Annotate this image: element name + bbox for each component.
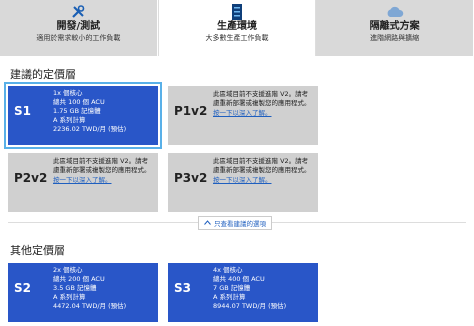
note-text: 此區域目前不支援進階 V2。請考慮重新部署或複製您的應用程式。 — [213, 90, 311, 107]
tier-card-s1[interactable]: S1 1x 個核心 總共 100 個 ACU 1.75 GB 記憶體 A 系列計… — [4, 82, 162, 149]
learn-more-link[interactable]: 按一下以深入了解。 — [53, 176, 154, 185]
note-text: 此區域目前不支援進階 V2。請考慮重新部署或複製您的應用程式。 — [213, 157, 311, 174]
server-icon — [159, 4, 316, 20]
cloud-icon — [316, 4, 473, 20]
tab-isolated[interactable]: 隔離式方案 進階網路與擴縮 — [316, 0, 474, 56]
show-recommended-toggle[interactable]: 只查看建議的選項 — [198, 216, 272, 230]
recommended-tiers-title: 建議的定價層 — [10, 68, 76, 81]
spec-acu: 總共 200 個 ACU — [53, 275, 105, 283]
tier-name: S2 — [14, 281, 31, 295]
tab-subtitle: 進階網路與擴縮 — [370, 34, 420, 42]
other-tiers-title: 其他定價層 — [10, 244, 65, 257]
pricing-category-tabs: 開發/測試 適用於需求較小的工作負載 生產環境 大多數生產工作負載 隔離式方案 … — [0, 0, 474, 56]
tier-card-s3[interactable]: S3 4x 個核心 總共 400 個 ACU 7 GB 記憶體 A 系列計算 8… — [168, 263, 318, 322]
tier-name: P2v2 — [14, 171, 48, 185]
spec-compute: A 系列計算 — [53, 293, 86, 301]
tab-dev-test[interactable]: 開發/測試 適用於需求較小的工作負載 — [0, 0, 158, 56]
tools-icon — [0, 4, 157, 20]
spec-compute: A 系列計算 — [213, 293, 246, 301]
tier-unavailable-note: 此區域目前不支援進階 V2。請考慮重新部署或複製您的應用程式。 按一下以深入了解… — [213, 90, 314, 118]
tier-name: S3 — [174, 281, 191, 295]
spec-price: 2236.02 TWD/月 (預估) — [53, 125, 127, 133]
spec-cores: 2x 個核心 — [53, 266, 83, 274]
spec-compute: A 系列計算 — [53, 116, 86, 124]
tier-specs: 1x 個核心 總共 100 個 ACU 1.75 GB 記憶體 A 系列計算 2… — [53, 89, 126, 134]
spec-cores: 1x 個核心 — [53, 89, 83, 97]
learn-more-link[interactable]: 按一下以深入了解。 — [213, 109, 314, 118]
tier-unavailable-note: 此區域目前不支援進階 V2。請考慮重新部署或複製您的應用程式。 按一下以深入了解… — [53, 157, 154, 185]
tab-title: 生產環境 — [217, 21, 257, 32]
spec-price: 4472.04 TWD/月 (預估) — [53, 302, 127, 310]
tier-unavailable-note: 此區域目前不支援進階 V2。請考慮重新部署或複製您的應用程式。 按一下以深入了解… — [213, 157, 314, 185]
tier-card-p1v2[interactable]: P1v2 此區域目前不支援進階 V2。請考慮重新部署或複製您的應用程式。 按一下… — [168, 86, 318, 145]
tab-subtitle: 適用於需求較小的工作負載 — [36, 34, 121, 42]
tab-title: 開發/測試 — [56, 21, 101, 32]
tier-name: P1v2 — [174, 104, 208, 118]
tier-specs: 2x 個核心 總共 200 個 ACU 3.5 GB 記憶體 A 系列計算 44… — [53, 266, 126, 311]
spec-memory: 7 GB 記憶體 — [213, 284, 251, 292]
tier-specs: 4x 個核心 總共 400 個 ACU 7 GB 記憶體 A 系列計算 8944… — [213, 266, 286, 311]
tab-title: 隔離式方案 — [369, 21, 420, 32]
tier-card-p3v2[interactable]: P3v2 此區域目前不支援進階 V2。請考慮重新部署或複製您的應用程式。 按一下… — [168, 153, 318, 212]
spec-acu: 總共 400 個 ACU — [213, 275, 265, 283]
spec-memory: 3.5 GB 記憶體 — [53, 284, 97, 292]
learn-more-link[interactable]: 按一下以深入了解。 — [213, 176, 314, 185]
tier-name: P3v2 — [174, 171, 208, 185]
spec-acu: 總共 100 個 ACU — [53, 98, 105, 106]
tier-card-s2[interactable]: S2 2x 個核心 總共 200 個 ACU 3.5 GB 記憶體 A 系列計算… — [8, 263, 158, 322]
note-text: 此區域目前不支援進階 V2。請考慮重新部署或複製您的應用程式。 — [53, 157, 151, 174]
tier-name: S1 — [14, 104, 31, 118]
spec-price: 8944.07 TWD/月 (預估) — [213, 302, 287, 310]
show-recommended-label: 只查看建議的選項 — [214, 220, 266, 228]
tab-subtitle: 大多數生產工作負載 — [205, 34, 269, 42]
chevron-up-icon — [204, 219, 211, 227]
spec-cores: 4x 個核心 — [213, 266, 243, 274]
tier-card-p2v2[interactable]: P2v2 此區域目前不支援進階 V2。請考慮重新部署或複製您的應用程式。 按一下… — [8, 153, 158, 212]
spec-memory: 1.75 GB 記憶體 — [53, 107, 101, 115]
tab-production[interactable]: 生產環境 大多數生產工作負載 — [157, 0, 317, 56]
